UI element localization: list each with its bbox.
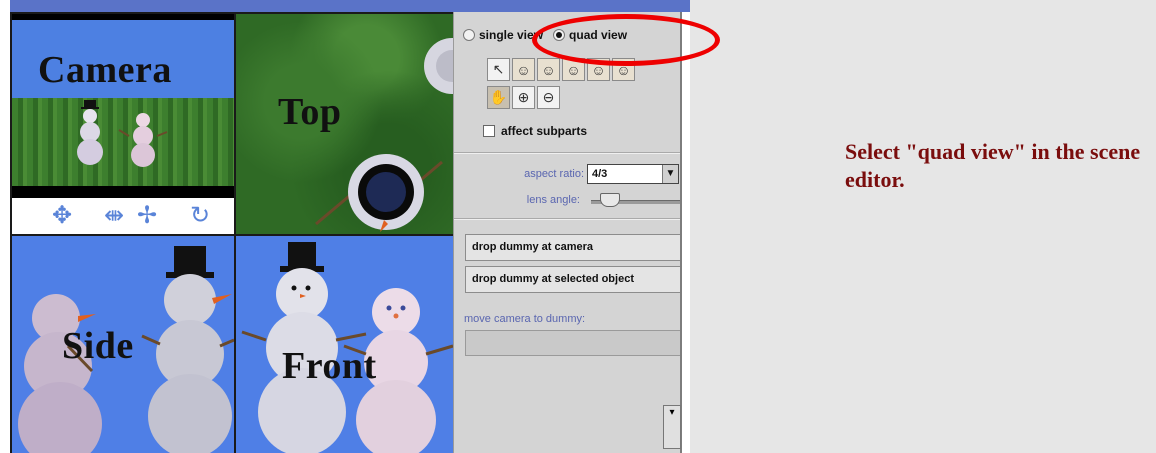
left-edge	[0, 0, 10, 453]
single-view-radio[interactable]	[463, 29, 475, 41]
affect-subparts-row[interactable]: affect subparts	[483, 124, 587, 138]
quad-view[interactable]: Camera ✥ ⇼ ✢ ↻ Top Side Front	[10, 12, 453, 453]
affect-subparts-label[interactable]: affect subparts	[501, 124, 587, 138]
move-camera-select[interactable]	[465, 330, 682, 356]
side-tab-button[interactable]: ▾	[663, 405, 681, 449]
drop-dummy-at-selected-button[interactable]: drop dummy at selected object	[465, 266, 682, 293]
panel-edge	[680, 12, 682, 453]
top-snowman-partial	[424, 38, 453, 94]
letterbox-bottom	[12, 186, 234, 198]
rotate-icon[interactable]: ↻	[190, 202, 210, 230]
top-strip	[10, 0, 690, 12]
lens-angle-slider-thumb[interactable]	[600, 193, 620, 207]
drop-dummy-at-camera-button[interactable]: drop dummy at camera	[465, 234, 682, 261]
zoom-out-icon[interactable]: ⊖	[537, 86, 560, 109]
move-camera-label: move camera to dummy:	[464, 313, 586, 325]
side-pane-label: Side	[62, 325, 134, 367]
move-arrows-icon[interactable]: ✥	[52, 202, 72, 230]
turn-arrows-icon[interactable]: ✢	[137, 202, 157, 230]
aspect-ratio-value: 4/3	[592, 168, 608, 180]
aspect-ratio-label: aspect ratio:	[524, 168, 584, 180]
arrow-pointer-icon[interactable]: ↖	[487, 58, 510, 81]
camera-pane-label: Camera	[38, 49, 172, 91]
front-pane[interactable]: Front	[236, 236, 453, 453]
screenshot-frame: Camera ✥ ⇼ ✢ ↻ Top Side Front single vie…	[0, 0, 1156, 453]
chevron-down-icon[interactable]: ▼	[662, 165, 678, 183]
highlight-ellipse	[532, 14, 720, 66]
lens-angle-label: lens angle:	[526, 194, 580, 206]
snowman-small-left	[77, 100, 103, 165]
top-pane-label: Top	[278, 91, 342, 133]
camera-pane[interactable]: Camera ✥ ⇼ ✢ ↻	[12, 14, 234, 234]
head-rotate-icon[interactable]: ☺	[537, 58, 560, 81]
instruction-text: Select "quad view" in the scene editor.	[845, 139, 1141, 192]
top-snowman	[315, 154, 443, 232]
affect-subparts-checkbox[interactable]	[483, 125, 495, 137]
pan-arrows-icon[interactable]: ⇼	[104, 202, 124, 230]
separator	[454, 218, 682, 220]
side-pane[interactable]: Side	[12, 236, 234, 453]
scene-editor-panel: single view quad view ↖ ☺ ☺ ☺ ☺ ☺ ✋ ⊕ ⊖ …	[453, 12, 682, 453]
head-icon[interactable]: ☺	[512, 58, 535, 81]
aspect-ratio-select[interactable]: 4/3 ▼	[587, 164, 679, 184]
separator	[454, 152, 682, 154]
front-pane-label: Front	[282, 345, 377, 387]
zoom-in-icon[interactable]: ⊕	[512, 86, 535, 109]
hand-icon[interactable]: ✋	[487, 86, 510, 109]
top-pane[interactable]: Top	[236, 14, 453, 234]
snowman-small-right	[118, 113, 168, 167]
camera-snowmen	[77, 100, 168, 167]
instruction-panel	[690, 0, 1156, 453]
